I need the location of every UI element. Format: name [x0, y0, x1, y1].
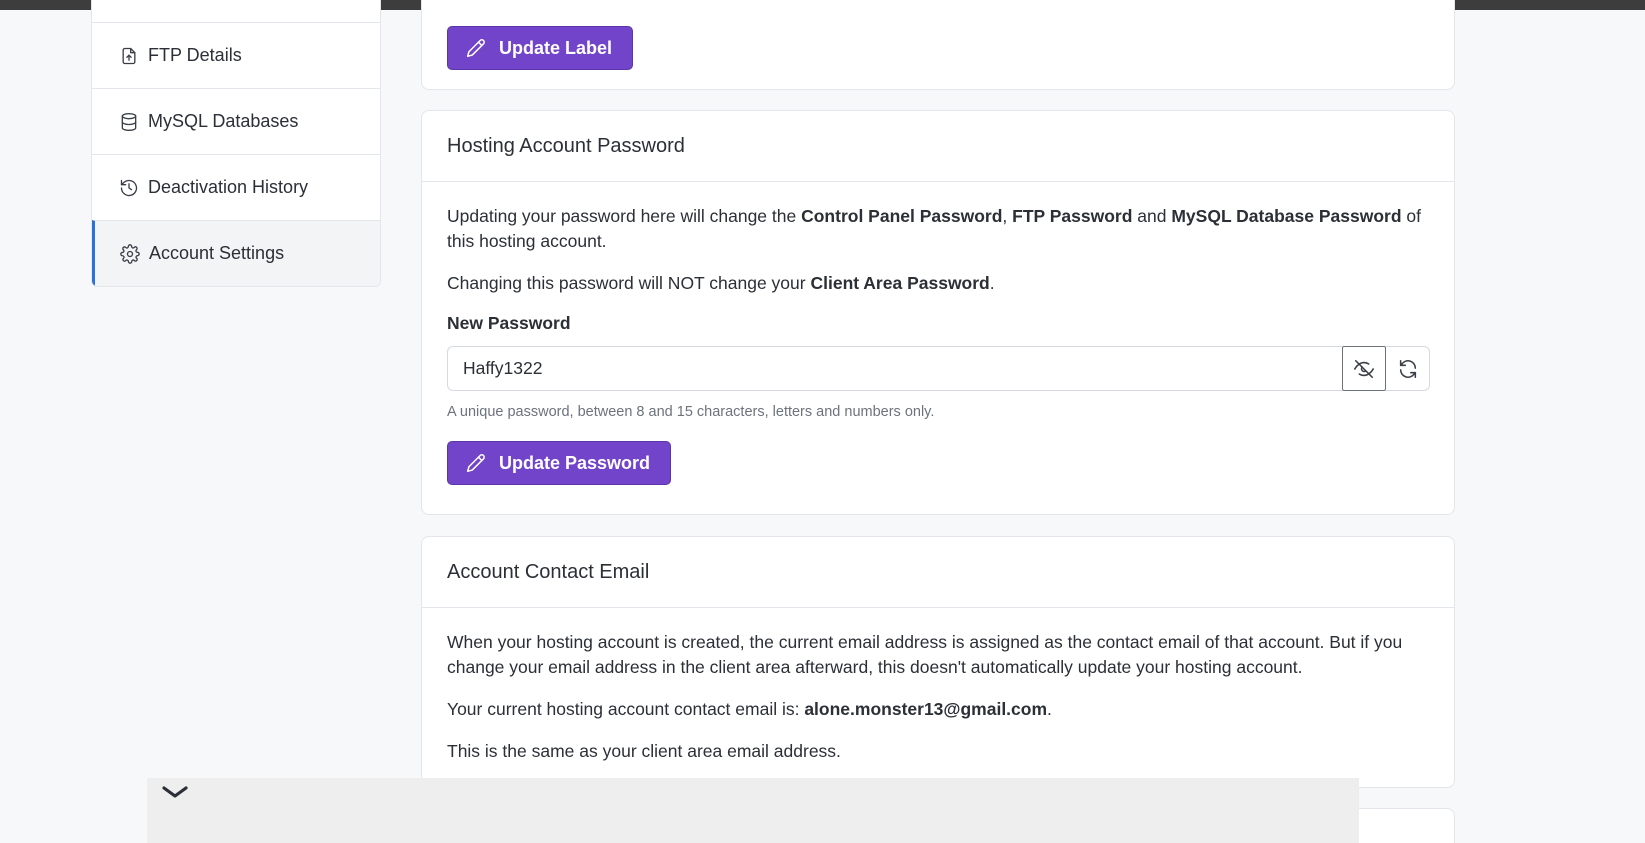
sidebar-item-top[interactable]	[92, 0, 380, 22]
new-password-group	[447, 346, 1430, 391]
gear-icon	[119, 243, 141, 265]
sidebar-item-label: FTP Details	[148, 45, 242, 65]
collapse-toggle[interactable]	[160, 782, 190, 804]
update-label-button[interactable]: Update Label	[447, 26, 634, 70]
pencil-icon	[466, 454, 485, 473]
database-icon	[118, 111, 140, 133]
toggle-visibility-button[interactable]	[1342, 346, 1386, 391]
generate-password-button[interactable]	[1386, 346, 1430, 391]
hosting-password-card: Hosting Account Password Updating your p…	[421, 110, 1455, 515]
new-password-label: New Password	[447, 313, 571, 333]
update-password-button-label: Update Password	[499, 452, 651, 473]
sidebar-item-account-settings[interactable]: Account Settings	[92, 220, 380, 286]
same-email-text: This is the same as your client area ema…	[447, 741, 841, 761]
chevron-down-icon	[162, 786, 188, 798]
password-intro-text: Updating your password here will change …	[447, 206, 1421, 251]
update-password-button[interactable]: Update Password	[447, 441, 672, 485]
password-note-text: Changing this password will NOT change y…	[447, 273, 995, 293]
eye-off-icon	[1354, 359, 1374, 378]
history-icon	[118, 177, 140, 199]
refresh-icon	[1399, 359, 1416, 378]
file-upload-icon	[118, 45, 140, 67]
sidebar-item-deactivation-history[interactable]: Deactivation History	[92, 154, 380, 220]
contact-email-card: Account Contact Email When your hosting …	[421, 536, 1455, 788]
sidebar-item-ftp-details[interactable]: FTP Details	[92, 22, 380, 88]
card-title: Account Contact Email	[422, 537, 1454, 608]
password-hint: A unique password, between 8 and 15 char…	[447, 404, 935, 420]
update-label-button-label: Update Label	[499, 37, 613, 58]
pencil-icon	[466, 39, 485, 58]
account-label-card: Update Label	[421, 0, 1455, 90]
new-password-input[interactable]	[447, 346, 1342, 391]
email-info-text: When your hosting account is created, th…	[447, 632, 1403, 677]
sidebar-item-label: Account Settings	[149, 243, 285, 263]
current-email-value: alone.monster13@gmail.com	[804, 699, 1048, 719]
bottom-overlay-panel	[147, 778, 1359, 843]
sidebar-item-label: MySQL Databases	[148, 111, 299, 131]
sidebar-item-mysql-databases[interactable]: MySQL Databases	[92, 88, 380, 154]
card-title: Hosting Account Password	[422, 111, 1454, 182]
current-email-text: Your current hosting account contact ema…	[447, 699, 1052, 719]
sidebar-nav: FTP Details MySQL Databases Deactivation…	[91, 0, 381, 287]
sidebar-item-label: Deactivation History	[148, 177, 309, 197]
